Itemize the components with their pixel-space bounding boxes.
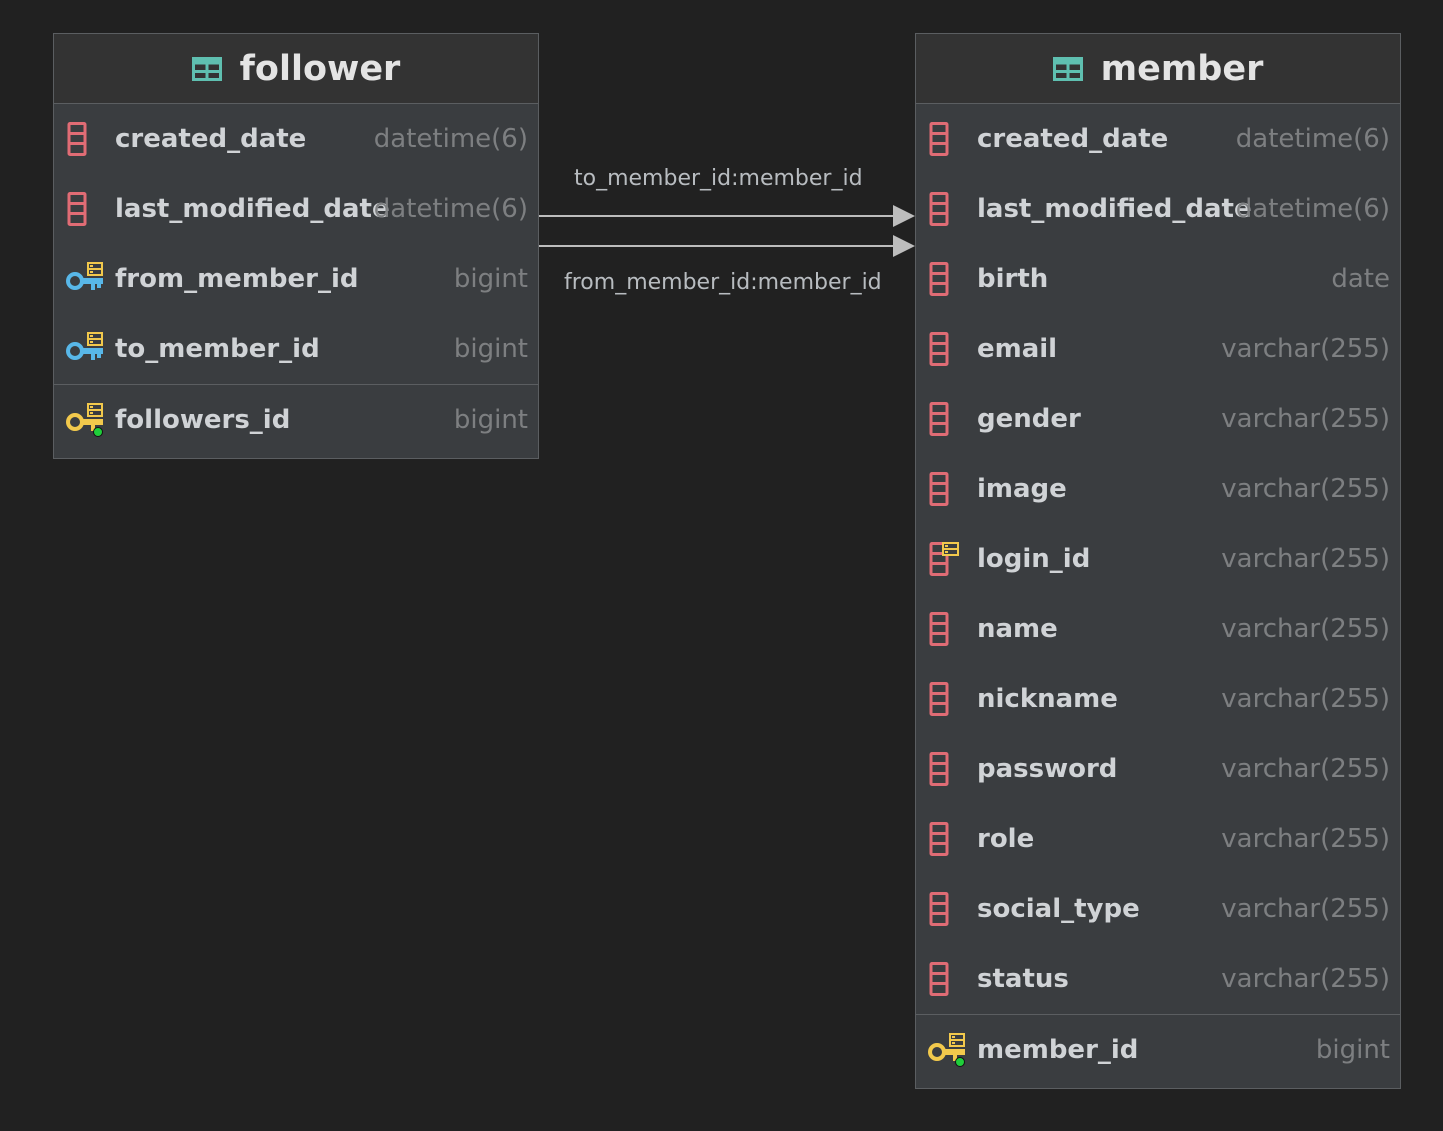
column-row[interactable]: role varchar(255)	[916, 804, 1400, 874]
member-table[interactable]: member created_date datetime(6) last_mod…	[915, 33, 1401, 1089]
column-type: datetime(6)	[1235, 124, 1390, 154]
relation-to-member[interactable]	[538, 205, 915, 227]
column-type: varchar(255)	[1221, 474, 1390, 504]
column-icon	[928, 752, 968, 786]
column-name: birth	[977, 264, 1049, 294]
column-name: followers_id	[115, 405, 291, 435]
column-type: varchar(255)	[1221, 544, 1390, 574]
column-name: to_member_id	[115, 334, 320, 364]
column-row[interactable]: created_date datetime(6)	[916, 104, 1400, 174]
column-name: gender	[977, 404, 1081, 434]
column-row[interactable]: image varchar(255)	[916, 454, 1400, 524]
column-icon	[928, 262, 968, 296]
relation-from-member[interactable]	[538, 235, 915, 257]
column-type: varchar(255)	[1221, 684, 1390, 714]
column-type: datetime(6)	[373, 124, 528, 154]
column-name: email	[977, 334, 1058, 364]
column-row[interactable]: login_id varchar(255)	[916, 524, 1400, 594]
column-type: bigint	[453, 334, 528, 364]
column-icon	[928, 122, 968, 156]
unique-column-icon	[928, 542, 968, 576]
column-icon	[928, 402, 968, 436]
column-type: bigint	[453, 264, 528, 294]
arrow-head-icon	[893, 235, 915, 257]
table-title: follower	[239, 48, 401, 89]
column-name: created_date	[115, 124, 307, 154]
column-row[interactable]: from_member_id bigint	[54, 244, 538, 314]
column-icon	[66, 192, 106, 226]
primary-key-icon	[66, 403, 106, 437]
column-icon	[928, 892, 968, 926]
column-type: varchar(255)	[1221, 894, 1390, 924]
column-type: varchar(255)	[1221, 334, 1390, 364]
foreign-key-icon	[66, 332, 106, 366]
column-row[interactable]: status varchar(255)	[916, 944, 1400, 1014]
column-row[interactable]: email varchar(255)	[916, 314, 1400, 384]
column-type: varchar(255)	[1221, 614, 1390, 644]
column-name: created_date	[977, 124, 1169, 154]
table-title: member	[1100, 48, 1264, 89]
table-icon	[1053, 57, 1083, 81]
column-row[interactable]: social_type varchar(255)	[916, 874, 1400, 944]
column-type: bigint	[453, 405, 528, 435]
primary-key-row[interactable]: followers_id bigint	[54, 384, 538, 455]
column-icon	[66, 122, 106, 156]
column-row[interactable]: password varchar(255)	[916, 734, 1400, 804]
column-icon	[928, 682, 968, 716]
follower-table[interactable]: follower created_date datetime(6) last_m…	[53, 33, 539, 459]
column-row[interactable]: last_modified_date datetime(6)	[54, 174, 538, 244]
column-type: varchar(255)	[1221, 754, 1390, 784]
column-row[interactable]: to_member_id bigint	[54, 314, 538, 384]
member-table-header[interactable]: member	[916, 34, 1400, 104]
column-name: social_type	[977, 894, 1140, 924]
column-type: varchar(255)	[1221, 964, 1390, 994]
column-row[interactable]: nickname varchar(255)	[916, 664, 1400, 734]
column-row[interactable]: gender varchar(255)	[916, 384, 1400, 454]
column-name: role	[977, 824, 1035, 854]
column-row[interactable]: birth date	[916, 244, 1400, 314]
column-type: bigint	[1315, 1035, 1390, 1065]
column-name: from_member_id	[115, 264, 359, 294]
column-type: datetime(6)	[1235, 194, 1390, 224]
column-icon	[928, 332, 968, 366]
column-type: datetime(6)	[373, 194, 528, 224]
column-icon	[928, 472, 968, 506]
primary-key-icon	[928, 1033, 968, 1067]
column-name: last_modified_date	[115, 194, 390, 224]
column-icon	[928, 192, 968, 226]
column-icon	[928, 822, 968, 856]
column-name: nickname	[977, 684, 1118, 714]
column-icon	[928, 962, 968, 996]
column-row[interactable]: created_date datetime(6)	[54, 104, 538, 174]
column-row[interactable]: last_modified_date datetime(6)	[916, 174, 1400, 244]
arrow-head-icon	[893, 205, 915, 227]
column-name: status	[977, 964, 1069, 994]
column-name: member_id	[977, 1035, 1139, 1065]
column-name: password	[977, 754, 1118, 784]
column-name: last_modified_date	[977, 194, 1252, 224]
foreign-key-icon	[66, 262, 106, 296]
table-icon	[192, 57, 222, 81]
column-type: varchar(255)	[1221, 824, 1390, 854]
column-name: image	[977, 474, 1067, 504]
column-type: varchar(255)	[1221, 404, 1390, 434]
column-name: login_id	[977, 544, 1091, 574]
relation-label-to-member: to_member_id:member_id	[574, 166, 863, 191]
primary-key-row[interactable]: member_id bigint	[916, 1014, 1400, 1085]
column-row[interactable]: name varchar(255)	[916, 594, 1400, 664]
column-type: date	[1331, 264, 1390, 294]
follower-table-header[interactable]: follower	[54, 34, 538, 104]
column-icon	[928, 612, 968, 646]
relation-label-from-member: from_member_id:member_id	[564, 270, 882, 295]
column-name: name	[977, 614, 1058, 644]
